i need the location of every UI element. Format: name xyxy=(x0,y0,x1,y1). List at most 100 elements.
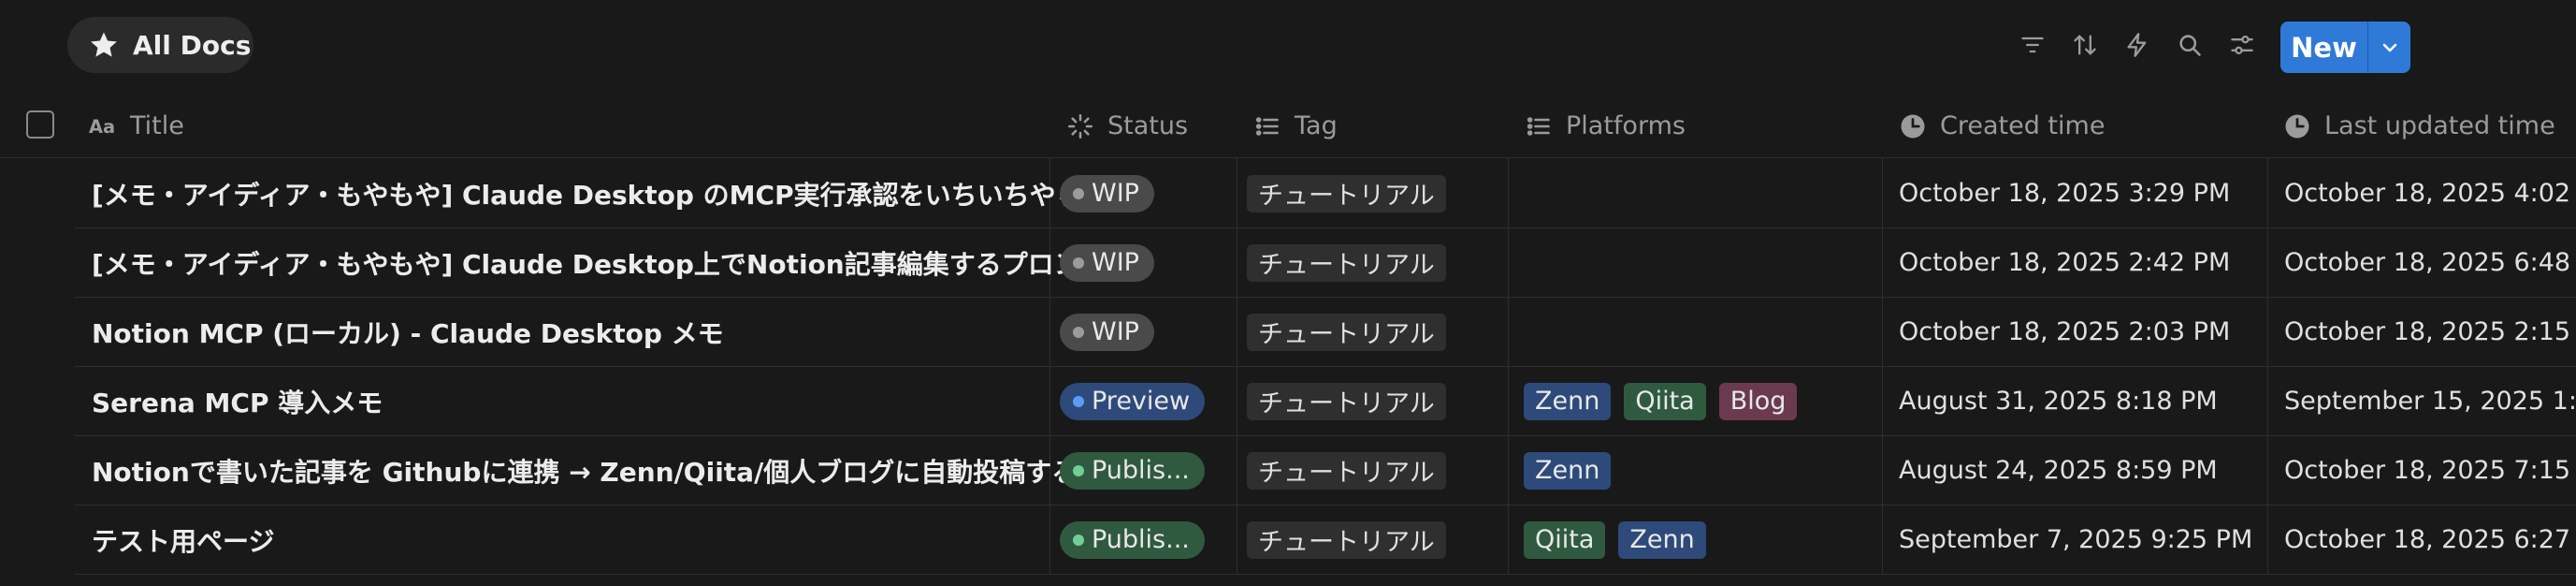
svg-text:Aa: Aa xyxy=(89,116,115,138)
filter-icon[interactable] xyxy=(2018,30,2048,60)
row-title[interactable]: [メモ・アイディア・もやもや] Claude Desktop上でNotion記事… xyxy=(92,228,1122,297)
status-badge: WIP xyxy=(1060,243,1154,282)
row-title[interactable]: Notion MCP (ローカル) - Claude Desktop メモ xyxy=(92,298,1122,366)
updated-time: September 15, 2025 1:45 PM xyxy=(2284,387,2576,416)
column-header-label: Title xyxy=(130,111,184,140)
table-row[interactable]: テスト用ページ Publis... チュートリアル Qiita Zenn Septembe… xyxy=(75,505,2576,575)
star-icon xyxy=(88,29,120,61)
tag-badge: チュートリアル xyxy=(1247,520,1446,559)
column-header-label: Last updated time xyxy=(2324,111,2555,140)
tag-cell[interactable]: チュートリアル xyxy=(1247,367,1509,435)
platforms-cell[interactable] xyxy=(1524,159,1879,227)
table-row[interactable]: Notion MCP (ローカル) - Claude Desktop メモ WIP… xyxy=(75,298,2576,367)
status-cell[interactable]: WIP xyxy=(1060,159,1237,227)
platforms-cell[interactable]: Qiita Zenn xyxy=(1524,505,1879,574)
status-property-icon xyxy=(1066,112,1094,140)
platform-tag: Qiita xyxy=(1524,520,1606,559)
tag-cell[interactable]: チュートリアル xyxy=(1247,505,1509,574)
platform-tag: Zenn xyxy=(1524,451,1612,490)
table-row[interactable]: [メモ・アイディア・もやもや] Claude Desktop のMCP実行承認を… xyxy=(75,159,2576,228)
status-dot-icon xyxy=(1073,256,1084,269)
tag-badge: チュートリアル xyxy=(1247,382,1446,420)
sort-icon[interactable] xyxy=(2070,30,2100,60)
tag-cell[interactable]: チュートリアル xyxy=(1247,159,1509,227)
created-time: October 18, 2025 2:03 PM xyxy=(1899,317,2231,346)
tag-badge: チュートリアル xyxy=(1247,451,1446,490)
status-badge: WIP xyxy=(1060,174,1154,212)
status-label: Preview xyxy=(1092,387,1191,416)
platform-tag: Qiita xyxy=(1624,382,1706,420)
created-time: August 24, 2025 8:59 PM xyxy=(1899,456,2218,485)
tag-badge: チュートリアル xyxy=(1247,174,1446,212)
column-header-created[interactable]: Created time xyxy=(1899,94,2105,158)
status-dot-icon xyxy=(1073,187,1084,199)
updated-time: October 18, 2025 2:15 PM xyxy=(2284,317,2576,346)
status-cell[interactable]: Publis... xyxy=(1060,436,1237,505)
platform-tag: Zenn xyxy=(1524,382,1612,420)
status-badge: WIP xyxy=(1060,313,1154,351)
platforms-cell[interactable]: Zenn Qiita Blog xyxy=(1524,367,1879,435)
view-tab-all-docs[interactable]: All Docs xyxy=(67,17,253,73)
status-label: WIP xyxy=(1092,317,1139,346)
automation-bolt-icon[interactable] xyxy=(2122,30,2152,60)
column-header-platforms[interactable]: Platforms xyxy=(1525,94,1686,158)
column-header-updated[interactable]: Last updated time xyxy=(2283,94,2555,158)
chevron-down-icon[interactable] xyxy=(2368,22,2410,73)
view-tab-label: All Docs xyxy=(133,29,252,61)
clock-icon xyxy=(1899,112,1927,140)
row-title[interactable]: テスト用ページ xyxy=(92,505,1122,574)
tag-cell[interactable]: チュートリアル xyxy=(1247,436,1509,505)
tag-cell[interactable]: チュートリアル xyxy=(1247,298,1509,366)
status-label: Publis... xyxy=(1092,525,1190,554)
column-header-label: Tag xyxy=(1295,111,1338,140)
platforms-cell[interactable]: Zenn xyxy=(1524,436,1879,505)
updated-time: October 18, 2025 6:48 PM xyxy=(2284,248,2576,277)
list-property-icon xyxy=(1525,112,1553,140)
status-dot-icon xyxy=(1073,395,1084,407)
updated-time: October 18, 2025 6:27 PM xyxy=(2284,525,2576,554)
status-dot-icon xyxy=(1073,464,1084,476)
new-button[interactable]: New xyxy=(2280,22,2410,73)
row-title[interactable]: Notionで書いた記事を Githubに連携 → Zenn/Qiita/個人ブ… xyxy=(92,436,1122,505)
table-row[interactable]: Notionで書いた記事を Githubに連携 → Zenn/Qiita/個人ブ… xyxy=(75,436,2576,505)
settings-sliders-icon[interactable] xyxy=(2227,30,2257,60)
platforms-cell[interactable] xyxy=(1524,228,1879,297)
database-toolbar: All Docs New xyxy=(0,0,2576,94)
clock-icon xyxy=(2283,112,2311,140)
column-header-label: Platforms xyxy=(1566,111,1686,140)
status-label: WIP xyxy=(1092,179,1139,208)
column-header-title[interactable]: Aa Title xyxy=(89,94,184,158)
status-dot-icon xyxy=(1073,326,1084,338)
list-property-icon xyxy=(1253,112,1281,140)
status-badge: Publis... xyxy=(1060,451,1205,490)
row-title[interactable]: [メモ・アイディア・もやもや] Claude Desktop のMCP実行承認を… xyxy=(92,159,1122,227)
platforms-cell[interactable] xyxy=(1524,298,1879,366)
column-header-tag[interactable]: Tag xyxy=(1253,94,1338,158)
created-time: August 31, 2025 8:18 PM xyxy=(1899,387,2218,416)
search-icon[interactable] xyxy=(2175,30,2205,60)
status-cell[interactable]: Publis... xyxy=(1060,505,1237,574)
tag-badge: チュートリアル xyxy=(1247,243,1446,282)
tag-cell[interactable]: チュートリアル xyxy=(1247,228,1509,297)
status-cell[interactable]: WIP xyxy=(1060,298,1237,366)
status-badge: Preview xyxy=(1060,382,1206,420)
status-cell[interactable]: WIP xyxy=(1060,228,1237,297)
created-time: October 18, 2025 2:42 PM xyxy=(1899,248,2231,277)
status-badge: Publis... xyxy=(1060,520,1205,559)
new-button-label[interactable]: New xyxy=(2280,22,2367,73)
created-time: September 7, 2025 9:25 PM xyxy=(1899,525,2253,554)
table-row[interactable]: Serena MCP 導入メモ Preview チュートリアル Zenn Qiita Bl… xyxy=(75,367,2576,436)
platform-tag: Blog xyxy=(1718,382,1798,420)
status-label: WIP xyxy=(1092,248,1139,277)
column-header-status[interactable]: Status xyxy=(1066,94,1188,158)
created-time: October 18, 2025 3:29 PM xyxy=(1899,179,2231,208)
row-title[interactable]: Serena MCP 導入メモ xyxy=(92,367,1122,435)
updated-time: October 18, 2025 4:02 PM xyxy=(2284,179,2576,208)
column-header-label: Created time xyxy=(1940,111,2106,140)
platform-tag: Zenn xyxy=(1618,520,1706,559)
tag-badge: チュートリアル xyxy=(1247,313,1446,351)
updated-time: October 18, 2025 7:15 PM xyxy=(2284,456,2576,485)
table-row[interactable]: [メモ・アイディア・もやもや] Claude Desktop上でNotion記事… xyxy=(75,228,2576,298)
status-dot-icon xyxy=(1073,534,1084,546)
status-cell[interactable]: Preview xyxy=(1060,367,1237,435)
